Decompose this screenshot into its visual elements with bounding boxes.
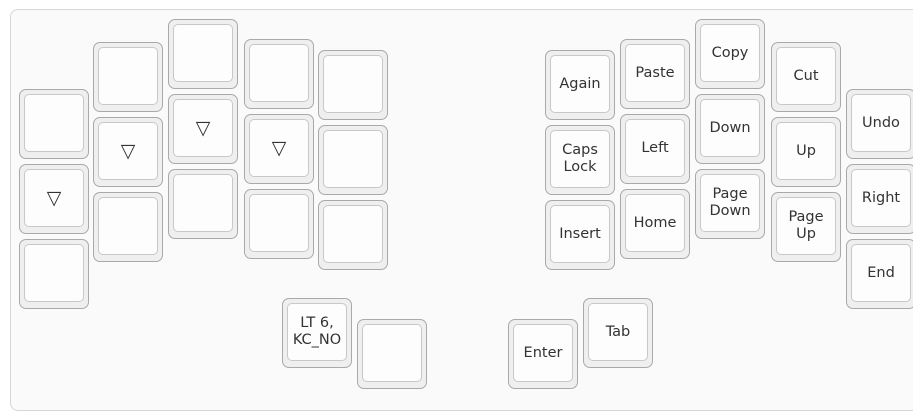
keycap-32[interactable]: Enter (508, 319, 578, 389)
keycap-label (323, 55, 383, 113)
keycap-label: Copy (700, 24, 760, 82)
keycap-label: Up (776, 122, 836, 180)
keycap-0[interactable] (19, 89, 89, 159)
keycap-label: Again (550, 55, 610, 113)
keycap-22[interactable]: Down (695, 94, 765, 164)
keyboard-layout: ▽ ▽ ▽ ▽ Again Caps Lock Insert Paste Left Home Cop… (10, 9, 913, 411)
keycap-9[interactable] (244, 39, 314, 109)
keycap-label: Right (851, 169, 911, 227)
keycap-label (98, 197, 158, 255)
keycap-label: Undo (851, 94, 911, 152)
keycap-label: Page Up (776, 197, 836, 255)
keycap-label: ▽ (24, 169, 84, 227)
keycap-label: Caps Lock (550, 130, 610, 188)
keycap-label (173, 24, 233, 82)
keycap-2[interactable] (19, 239, 89, 309)
keycap-16[interactable]: Caps Lock (545, 125, 615, 195)
keycap-28[interactable]: Right (846, 164, 913, 234)
keycap-label: ▽ (173, 99, 233, 157)
keycap-label (24, 244, 84, 302)
keycap-17[interactable]: Insert (545, 200, 615, 270)
keycap-label: ▽ (249, 119, 309, 177)
keycap-7[interactable]: ▽ (168, 94, 238, 164)
keycap-label (98, 47, 158, 105)
keycap-label: Page Down (700, 174, 760, 232)
keycap-31[interactable] (357, 319, 427, 389)
keycap-12[interactable] (318, 50, 388, 120)
keycap-33[interactable]: Tab (583, 298, 653, 368)
keycap-label (323, 205, 383, 263)
keycap-label: Down (700, 99, 760, 157)
keycap-label: LT 6, KC_NO (287, 303, 347, 361)
keycap-8[interactable] (168, 169, 238, 239)
keycap-20[interactable]: Home (620, 189, 690, 259)
keycap-30[interactable]: LT 6, KC_NO (282, 298, 352, 368)
keycap-14[interactable] (318, 200, 388, 270)
keycap-label (323, 130, 383, 188)
keycap-13[interactable] (318, 125, 388, 195)
keycap-label (249, 194, 309, 252)
keycap-29[interactable]: End (846, 239, 913, 309)
keycap-label (24, 94, 84, 152)
keycap-10[interactable]: ▽ (244, 114, 314, 184)
keycap-11[interactable] (244, 189, 314, 259)
keycap-4[interactable]: ▽ (93, 117, 163, 187)
keycap-3[interactable] (93, 42, 163, 112)
keycap-label (362, 324, 422, 382)
keycap-23[interactable]: Page Down (695, 169, 765, 239)
keycap-15[interactable]: Again (545, 50, 615, 120)
keycap-label: ▽ (98, 122, 158, 180)
keycap-5[interactable] (93, 192, 163, 262)
keycap-26[interactable]: Page Up (771, 192, 841, 262)
keycap-label: Paste (625, 44, 685, 102)
keycap-24[interactable]: Cut (771, 42, 841, 112)
keycap-19[interactable]: Left (620, 114, 690, 184)
keycap-25[interactable]: Up (771, 117, 841, 187)
keycap-label: Enter (513, 324, 573, 382)
keycap-label: Left (625, 119, 685, 177)
keycap-label (173, 174, 233, 232)
keycap-label (249, 44, 309, 102)
keycap-label: Home (625, 194, 685, 252)
keycap-label: Tab (588, 303, 648, 361)
keycap-1[interactable]: ▽ (19, 164, 89, 234)
keycap-6[interactable] (168, 19, 238, 89)
keycap-27[interactable]: Undo (846, 89, 913, 159)
keycap-18[interactable]: Paste (620, 39, 690, 109)
keycap-label: End (851, 244, 911, 302)
keycap-label: Cut (776, 47, 836, 105)
keycap-21[interactable]: Copy (695, 19, 765, 89)
keycap-label: Insert (550, 205, 610, 263)
